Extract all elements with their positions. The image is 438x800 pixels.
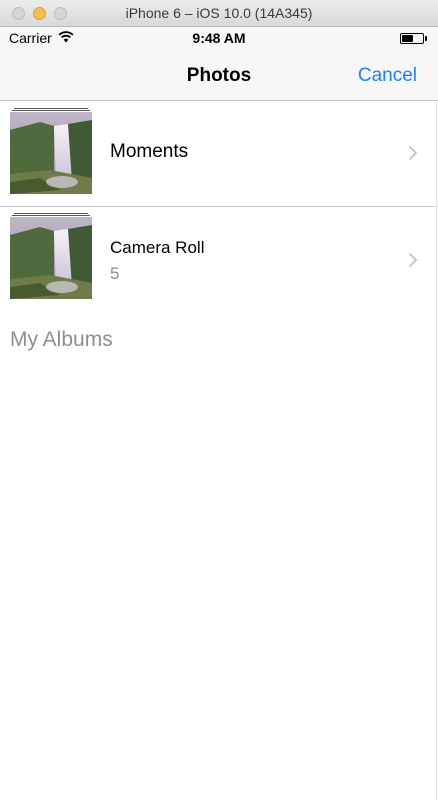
stack-edge (12, 215, 90, 216)
battery-icon (400, 33, 424, 44)
status-time: 9:48 AM (192, 30, 246, 46)
cancel-button[interactable]: Cancel (358, 65, 417, 87)
album-thumbnail-stack (10, 108, 92, 194)
stack-edge (14, 108, 88, 109)
status-bar: Carrier 9:48 AM (0, 27, 438, 51)
battery-nub (425, 36, 427, 41)
chevron-right-icon (408, 145, 418, 161)
stack-edge (14, 213, 88, 214)
chevron-right-icon (408, 252, 418, 268)
album-count: 5 (110, 264, 120, 283)
waterfall-thumbnail (10, 112, 92, 194)
battery-fill (402, 35, 413, 42)
stack-edge (12, 110, 90, 111)
simulator-titlebar: iPhone 6 – iOS 10.0 (14A345) (0, 0, 438, 27)
album-row-moments[interactable]: Moments (0, 102, 438, 205)
window-title: iPhone 6 – iOS 10.0 (14A345) (125, 5, 313, 21)
album-title: Camera Roll (110, 238, 205, 257)
section-header-my-albums: My Albums (10, 328, 113, 351)
waterfall-thumbnail (10, 217, 92, 299)
navigation-bar: Photos Cancel (0, 51, 438, 101)
album-thumbnail-stack (10, 213, 92, 299)
album-row-camera-roll[interactable]: Camera Roll 5 (0, 206, 438, 309)
album-title: Moments (110, 141, 189, 162)
